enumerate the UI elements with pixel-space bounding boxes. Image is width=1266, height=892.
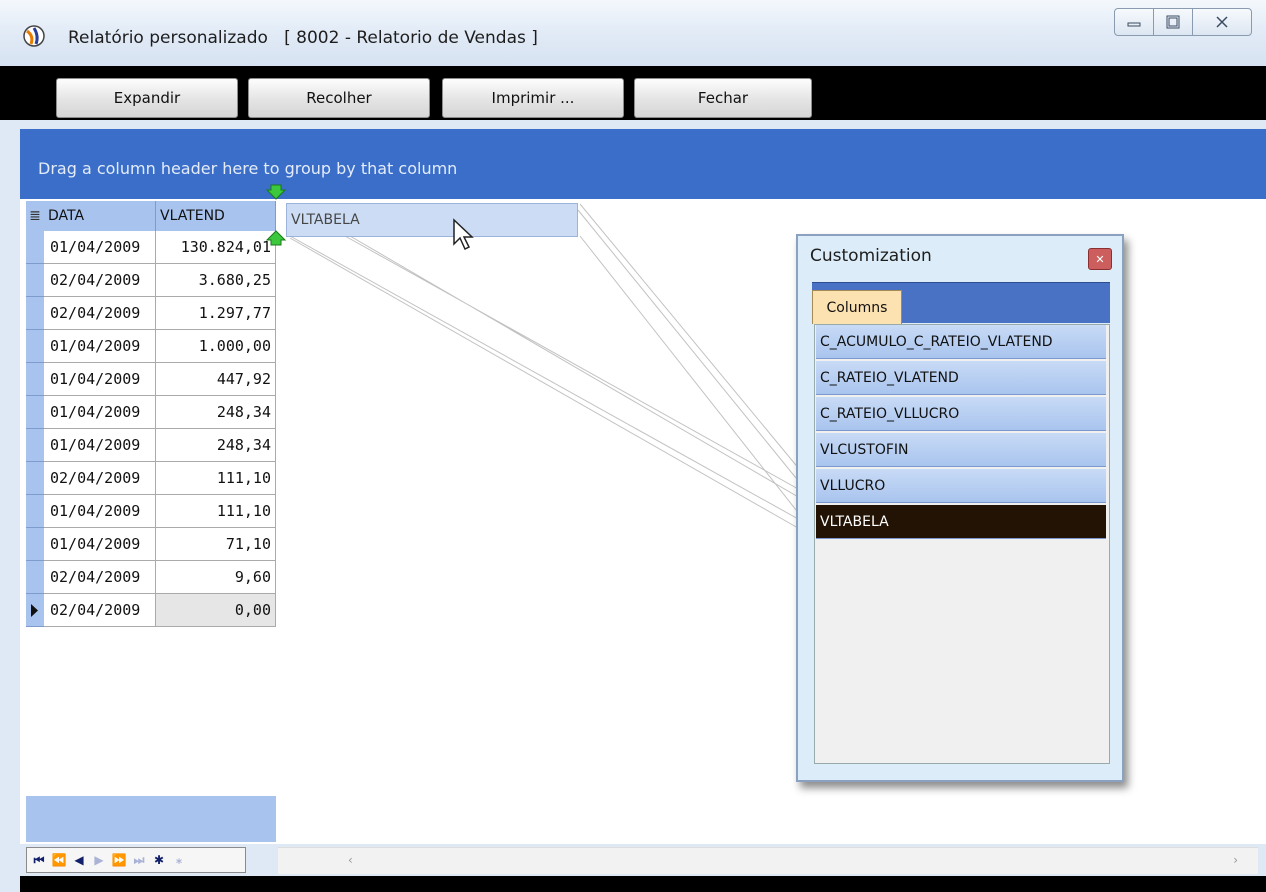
cell-vlatend[interactable]: 1.000,00 (156, 330, 276, 363)
row-indicator[interactable] (26, 561, 44, 594)
cell-vlatend[interactable]: 1.297,77 (156, 297, 276, 330)
column-header-data[interactable]: DATA (44, 201, 156, 231)
row-indicator[interactable] (26, 495, 44, 528)
customization-column-item[interactable]: VLLUCRO (816, 469, 1106, 503)
tab-columns[interactable]: Columns (812, 290, 902, 324)
group-by-hint: Drag a column header here to group by th… (38, 159, 458, 178)
cell-data[interactable]: 02/04/2009 (44, 594, 156, 627)
customization-column-item[interactable]: VLTABELA (816, 505, 1106, 539)
title-bar: Relatório personalizado [ 8002 - Relator… (0, 0, 1266, 67)
cell-vlatend[interactable]: 248,34 (156, 396, 276, 429)
table-row[interactable]: 01/04/2009 447,92 (26, 363, 276, 396)
cell-data[interactable]: 01/04/2009 (44, 231, 156, 264)
row-indicator[interactable] (26, 231, 44, 264)
collapse-button[interactable]: Recolher (248, 78, 430, 118)
table-row[interactable]: 02/04/2009 1.297,77 (26, 297, 276, 330)
insert-record-icon[interactable]: ✱ (151, 852, 167, 868)
last-record-icon[interactable]: ⏭ (131, 852, 147, 868)
row-indicator[interactable] (26, 396, 44, 429)
customization-column-item[interactable]: C_RATEIO_VLLUCRO (816, 397, 1106, 431)
cell-vlatend[interactable]: 9,60 (156, 561, 276, 594)
toolbar: Expandir Recolher Imprimir ... Fechar (0, 66, 1266, 120)
customization-title: Customization (810, 246, 932, 266)
cell-data[interactable]: 01/04/2009 (44, 363, 156, 396)
cell-data[interactable]: 02/04/2009 (44, 561, 156, 594)
next-record-icon[interactable]: ▶ (91, 852, 107, 868)
cell-vlatend[interactable]: 248,34 (156, 429, 276, 462)
footer-indicator (26, 796, 45, 842)
maximize-icon (1166, 15, 1180, 29)
table-row[interactable]: 02/04/2009 3.680,25 (26, 264, 276, 297)
maximize-button[interactable] (1153, 8, 1193, 36)
close-icon (1216, 16, 1228, 28)
cell-data[interactable]: 01/04/2009 (44, 396, 156, 429)
table-row[interactable]: 02/04/2009 0,00 (26, 594, 276, 627)
horizontal-scrollbar[interactable]: ‹ › (278, 847, 1258, 874)
cell-vlatend[interactable]: 71,10 (156, 528, 276, 561)
table-row[interactable]: 01/04/2009 1.000,00 (26, 330, 276, 363)
window-title: Relatório personalizado [ 8002 - Relator… (68, 28, 538, 48)
table-row[interactable]: 01/04/2009 248,34 (26, 429, 276, 462)
app-icon (23, 25, 45, 47)
first-record-icon[interactable]: ⏮ (31, 852, 47, 868)
table-row[interactable]: 02/04/2009 111,10 (26, 462, 276, 495)
customization-column-list: C_ACUMULO_C_RATEIO_VLATEND C_RATEIO_VLATE… (814, 324, 1110, 764)
column-chooser-icon[interactable]: ≣ (26, 201, 45, 231)
cell-data[interactable]: 02/04/2009 (44, 462, 156, 495)
row-indicator[interactable] (26, 528, 44, 561)
cell-data[interactable]: 01/04/2009 (44, 528, 156, 561)
customization-dialog: Customization ✕ Columns C_ACUMULO_C_RATE… (796, 234, 1124, 782)
group-footer (44, 796, 276, 842)
row-indicator[interactable] (26, 330, 44, 363)
next-page-icon[interactable]: ⏩ (111, 852, 127, 868)
minimize-icon (1127, 22, 1141, 27)
customization-close-button[interactable]: ✕ (1088, 248, 1112, 270)
cell-vlatend[interactable]: 447,92 (156, 363, 276, 396)
customization-column-item[interactable]: C_ACUMULO_C_RATEIO_VLATEND (816, 325, 1106, 359)
cell-vlatend[interactable]: 111,10 (156, 495, 276, 528)
record-navigator: ⏮ ⏪ ◀ ▶ ⏩ ⏭ ✱ ⁎ (26, 847, 246, 873)
prev-record-icon[interactable]: ◀ (71, 852, 87, 868)
row-indicator[interactable] (26, 462, 44, 495)
prev-page-icon[interactable]: ⏪ (51, 852, 67, 868)
row-indicator[interactable] (26, 297, 44, 330)
table-row[interactable]: 01/04/2009 248,34 (26, 396, 276, 429)
cell-data[interactable]: 01/04/2009 (44, 495, 156, 528)
customization-column-item[interactable]: VLCUSTOFIN (816, 433, 1106, 467)
row-indicator[interactable] (26, 429, 44, 462)
close-icon: ✕ (1095, 252, 1105, 266)
customization-column-item[interactable]: C_RATEIO_VLATEND (816, 361, 1106, 395)
table-row[interactable]: 01/04/2009 130.824,01 (26, 231, 276, 264)
column-header-vlatend[interactable]: VLATEND (156, 201, 276, 231)
table-row[interactable]: 02/04/2009 9,60 (26, 561, 276, 594)
drop-indicator-down-icon (266, 184, 286, 200)
row-indicator[interactable] (26, 594, 44, 627)
minimize-button[interactable] (1114, 8, 1154, 36)
cell-data[interactable]: 02/04/2009 (44, 297, 156, 330)
scroll-right-icon[interactable]: › (1233, 853, 1238, 867)
row-indicator[interactable] (26, 264, 44, 297)
append-record-icon[interactable]: ⁎ (171, 852, 187, 868)
report-window: Relatório personalizado [ 8002 - Relator… (0, 0, 1266, 892)
status-strip (20, 876, 1266, 892)
cell-data[interactable]: 02/04/2009 (44, 264, 156, 297)
row-indicator[interactable] (26, 363, 44, 396)
cell-data[interactable]: 01/04/2009 (44, 330, 156, 363)
expand-button[interactable]: Expandir (56, 78, 238, 118)
current-row-icon (31, 604, 38, 617)
cell-vlatend[interactable]: 3.680,25 (156, 264, 276, 297)
mouse-pointer-icon (453, 218, 474, 251)
close-button[interactable] (1192, 8, 1252, 36)
table-row[interactable]: 01/04/2009 71,10 (26, 528, 276, 561)
cell-data[interactable]: 01/04/2009 (44, 429, 156, 462)
cell-vlatend[interactable]: 0,00 (156, 594, 276, 627)
scroll-left-icon[interactable]: ‹ (348, 853, 353, 867)
cell-vlatend[interactable]: 111,10 (156, 462, 276, 495)
cell-vlatend[interactable]: 130.824,01 (156, 231, 276, 264)
drop-indicator-up-icon (266, 230, 286, 246)
close-report-button[interactable]: Fechar (634, 78, 812, 118)
dragged-column-header[interactable]: VLTABELA (286, 203, 578, 237)
print-button[interactable]: Imprimir ... (442, 78, 624, 118)
table-row[interactable]: 01/04/2009 111,10 (26, 495, 276, 528)
